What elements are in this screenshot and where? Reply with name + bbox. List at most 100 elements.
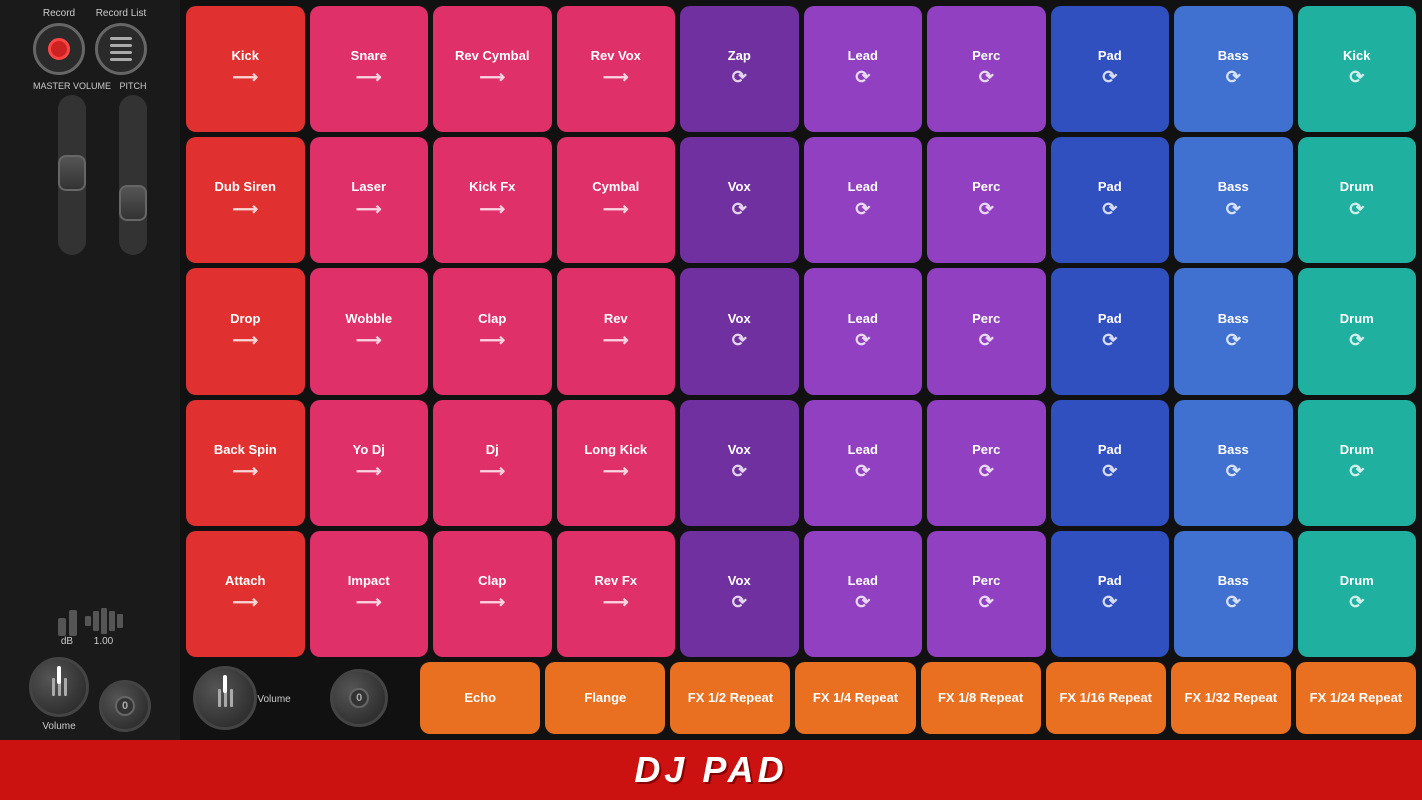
fx-pad-5[interactable]: FX 1/16 Repeat: [1046, 662, 1166, 734]
pad-4-1[interactable]: Impact⟶: [310, 531, 429, 657]
pad-label: Clap: [478, 574, 506, 588]
pad-3-5[interactable]: Lead⟳: [804, 400, 923, 526]
pad-1-7[interactable]: Pad⟳: [1051, 137, 1170, 263]
pad-label: Kick Fx: [469, 180, 515, 194]
fx-pitch-value: 0: [349, 688, 369, 708]
left-panel: Record Record List MASTE: [0, 0, 180, 740]
pad-label: Rev Cymbal: [455, 49, 529, 63]
record-control: Record: [33, 8, 85, 75]
pad-3-7[interactable]: Pad⟳: [1051, 400, 1170, 526]
pad-label: Vox: [728, 574, 751, 588]
fx-volume-knob[interactable]: [193, 666, 257, 730]
pitch-knob[interactable]: 0: [99, 680, 151, 732]
pad-2-5[interactable]: Lead⟳: [804, 268, 923, 394]
pad-4-9[interactable]: Drum⟳: [1298, 531, 1417, 657]
fx-pad-3[interactable]: FX 1/4 Repeat: [795, 662, 915, 734]
pad-2-8[interactable]: Bass⟳: [1174, 268, 1293, 394]
pad-0-3[interactable]: Rev Vox⟶: [557, 6, 676, 132]
arrow-icon: ⟶: [232, 199, 258, 221]
pad-3-4[interactable]: Vox⟳: [680, 400, 799, 526]
pad-3-6[interactable]: Perc⟳: [927, 400, 1046, 526]
pad-4-3[interactable]: Rev Fx⟶: [557, 531, 676, 657]
pad-label: Rev Vox: [591, 49, 641, 63]
record-list-button[interactable]: [95, 23, 147, 75]
loop-icon: ⟳: [732, 592, 747, 614]
fx-pad-2[interactable]: FX 1/2 Repeat: [670, 662, 790, 734]
pad-4-2[interactable]: Clap ⟶: [433, 531, 552, 657]
pad-0-8[interactable]: Bass⟳: [1174, 6, 1293, 132]
pad-4-7[interactable]: Pad⟳: [1051, 531, 1170, 657]
pad-0-6[interactable]: Perc⟳: [927, 6, 1046, 132]
pad-0-0[interactable]: Kick⟶: [186, 6, 305, 132]
fx-pad-0[interactable]: Echo: [420, 662, 540, 734]
arrow-icon: ⟶: [603, 592, 629, 614]
pad-3-8[interactable]: Bass⟳: [1174, 400, 1293, 526]
pad-row-0: Kick⟶Snare⟶Rev Cymbal⟶Rev Vox⟶Zap⟳Lead⟳P…: [186, 6, 1416, 132]
pad-0-7[interactable]: Pad⟳: [1051, 6, 1170, 132]
fx-pad-7[interactable]: FX 1/24 Repeat: [1296, 662, 1416, 734]
arrow-icon: ⟶: [603, 461, 629, 483]
pitch-thumb[interactable]: [119, 185, 147, 221]
pad-3-1[interactable]: Yo Dj ⟶: [310, 400, 429, 526]
pad-0-2[interactable]: Rev Cymbal⟶: [433, 6, 552, 132]
list-icon: [110, 37, 132, 61]
pad-0-4[interactable]: Zap⟳: [680, 6, 799, 132]
fx-pad-label: FX 1/2 Repeat: [688, 691, 773, 705]
volume-knob[interactable]: [29, 657, 89, 717]
pad-4-0[interactable]: Attach⟶: [186, 531, 305, 657]
pad-label: Vox: [728, 443, 751, 457]
pad-grid: Kick⟶Snare⟶Rev Cymbal⟶Rev Vox⟶Zap⟳Lead⟳P…: [180, 0, 1422, 740]
pad-3-9[interactable]: Drum⟳: [1298, 400, 1417, 526]
pad-1-6[interactable]: Perc⟳: [927, 137, 1046, 263]
arrow-icon: ⟶: [479, 592, 505, 614]
pad-3-3[interactable]: Long Kick⟶: [557, 400, 676, 526]
pad-2-1[interactable]: Wobble⟶: [310, 268, 429, 394]
pad-2-3[interactable]: Rev⟶: [557, 268, 676, 394]
fx-pad-4[interactable]: FX 1/8 Repeat: [921, 662, 1041, 734]
pad-1-5[interactable]: Lead⟳: [804, 137, 923, 263]
fx-pad-6[interactable]: FX 1/32 Repeat: [1171, 662, 1291, 734]
pad-2-7[interactable]: Pad⟳: [1051, 268, 1170, 394]
pad-3-2[interactable]: Dj⟶: [433, 400, 552, 526]
pad-2-2[interactable]: Clap⟶: [433, 268, 552, 394]
loop-icon: ⟳: [732, 67, 747, 89]
pad-1-2[interactable]: Kick Fx⟶: [433, 137, 552, 263]
pad-0-9[interactable]: Kick⟳: [1298, 6, 1417, 132]
master-volume-thumb[interactable]: [58, 155, 86, 191]
pad-4-5[interactable]: Lead⟳: [804, 531, 923, 657]
pad-4-4[interactable]: Vox ⟳: [680, 531, 799, 657]
pad-1-3[interactable]: Cymbal⟶: [557, 137, 676, 263]
arrow-icon: ⟶: [232, 330, 258, 352]
pad-1-1[interactable]: Laser⟶: [310, 137, 429, 263]
master-volume-track[interactable]: [58, 95, 86, 255]
pad-0-1[interactable]: Snare⟶: [310, 6, 429, 132]
pad-label: Laser: [351, 180, 386, 194]
pitch-track[interactable]: [119, 95, 147, 255]
arrow-icon: ⟶: [356, 461, 382, 483]
pad-4-6[interactable]: Perc⟳: [927, 531, 1046, 657]
fx-volume-knob-pad: Volume: [186, 662, 298, 734]
db-bar-1: [58, 618, 66, 636]
fx-pad-1[interactable]: Flange: [545, 662, 665, 734]
pitch-bar-1: [85, 616, 91, 626]
loop-icon: ⟳: [979, 461, 994, 483]
fx-pad-label: Flange: [584, 691, 626, 705]
pad-4-8[interactable]: Bass⟳: [1174, 531, 1293, 657]
pad-0-5[interactable]: Lead⟳: [804, 6, 923, 132]
pad-label: Lead: [848, 180, 878, 194]
fx-pitch-knob[interactable]: 0: [330, 669, 388, 727]
pad-label: Yo Dj: [353, 443, 385, 457]
pad-2-0[interactable]: Drop⟶: [186, 268, 305, 394]
pad-3-0[interactable]: Back Spin⟶: [186, 400, 305, 526]
pad-1-0[interactable]: Dub Siren⟶: [186, 137, 305, 263]
pad-2-4[interactable]: Vox⟳: [680, 268, 799, 394]
pad-label: Drum: [1340, 312, 1374, 326]
pad-label: Cymbal: [592, 180, 639, 194]
pad-2-9[interactable]: Drum⟳: [1298, 268, 1417, 394]
pad-1-8[interactable]: Bass⟳: [1174, 137, 1293, 263]
pad-1-9[interactable]: Drum⟳: [1298, 137, 1417, 263]
record-button[interactable]: [33, 23, 85, 75]
pad-2-6[interactable]: Perc⟳: [927, 268, 1046, 394]
arrow-icon: ⟶: [603, 330, 629, 352]
pad-1-4[interactable]: Vox⟳: [680, 137, 799, 263]
